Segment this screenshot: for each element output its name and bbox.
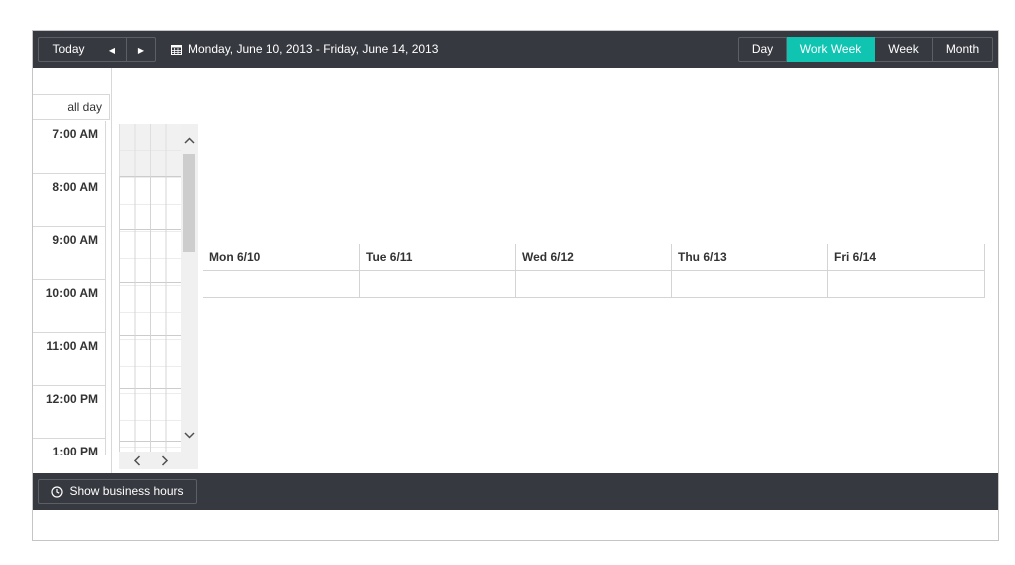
- all-day-cell-fri[interactable]: [827, 270, 984, 297]
- all-day-cell-wed[interactable]: [515, 270, 671, 297]
- date-range-label[interactable]: Monday, June 10, 2013 - Friday, June 14,…: [188, 37, 438, 62]
- scrollbar-corner: [181, 452, 198, 469]
- horizontal-scrollbar[interactable]: [119, 452, 181, 469]
- vertical-scrollbar[interactable]: [181, 124, 198, 452]
- next-triangle-icon: ▶: [137, 46, 145, 55]
- today-button[interactable]: Today: [38, 37, 99, 62]
- view-work-week-button[interactable]: Work Week: [787, 37, 875, 62]
- date-range-picker[interactable]: Monday, June 10, 2013 - Friday, June 14,…: [171, 37, 438, 62]
- chevron-up-icon[interactable]: [181, 132, 198, 149]
- time-slot-label: 11:00 AM: [33, 333, 105, 386]
- clock-icon: [51, 485, 64, 498]
- show-business-hours-label: Show business hours: [69, 484, 184, 498]
- view-switcher: Day Work Week Week Month: [738, 37, 993, 62]
- all-day-cell-mon[interactable]: [203, 270, 359, 297]
- day-header-tue: Tue 6/11: [359, 244, 515, 270]
- vertical-scroll-thumb[interactable]: [183, 154, 195, 252]
- next-button[interactable]: ▶: [126, 37, 156, 62]
- all-day-cell-thu[interactable]: [671, 270, 827, 297]
- day-header-thu: Thu 6/13: [671, 244, 827, 270]
- chevron-right-icon[interactable]: [156, 452, 173, 469]
- chevron-down-icon[interactable]: [181, 427, 198, 444]
- all-day-cell-tue[interactable]: [359, 270, 515, 297]
- time-slot-label: 7:00 AM: [33, 121, 105, 174]
- prev-button[interactable]: ◀: [98, 37, 127, 62]
- view-week-button[interactable]: Week: [875, 37, 933, 62]
- view-day-button[interactable]: Day: [738, 37, 787, 62]
- non-business-hours-shade: [119, 124, 181, 176]
- all-day-label: all day: [33, 94, 110, 120]
- toolbar: Today ◀ ▶ Monday, June 10, 2013 - Friday…: [33, 31, 998, 68]
- time-column: 7:00 AM 8:00 AM 9:00 AM 10:00 AM 11:00 A…: [33, 121, 106, 455]
- day-header-mon: Mon 6/10: [209, 250, 261, 264]
- view-month-button[interactable]: Month: [933, 37, 993, 62]
- prev-triangle-icon: ◀: [108, 46, 116, 55]
- show-business-hours-button[interactable]: Show business hours: [38, 479, 197, 504]
- day-header-fri: Fri 6/14: [827, 244, 984, 270]
- time-slot-label: 8:00 AM: [33, 174, 105, 227]
- footer: Show business hours: [33, 473, 998, 510]
- calendar-icon: [171, 45, 182, 55]
- times-header: [33, 68, 112, 94]
- time-slot-label: 12:00 PM: [33, 386, 105, 439]
- column-divider: [111, 68, 112, 473]
- time-slot-label: 9:00 AM: [33, 227, 105, 280]
- scheduler: Today ◀ ▶ Monday, June 10, 2013 - Friday…: [32, 30, 999, 541]
- time-slot-label: 1:00 PM: [33, 439, 105, 455]
- time-slot-label: 10:00 AM: [33, 280, 105, 333]
- week-grid: Mon 6/10 Tue 6/11 Wed 6/12 Thu 6/13 Fri …: [203, 244, 985, 298]
- chevron-left-icon[interactable]: [129, 452, 146, 469]
- day-header-wed: Wed 6/12: [515, 244, 671, 270]
